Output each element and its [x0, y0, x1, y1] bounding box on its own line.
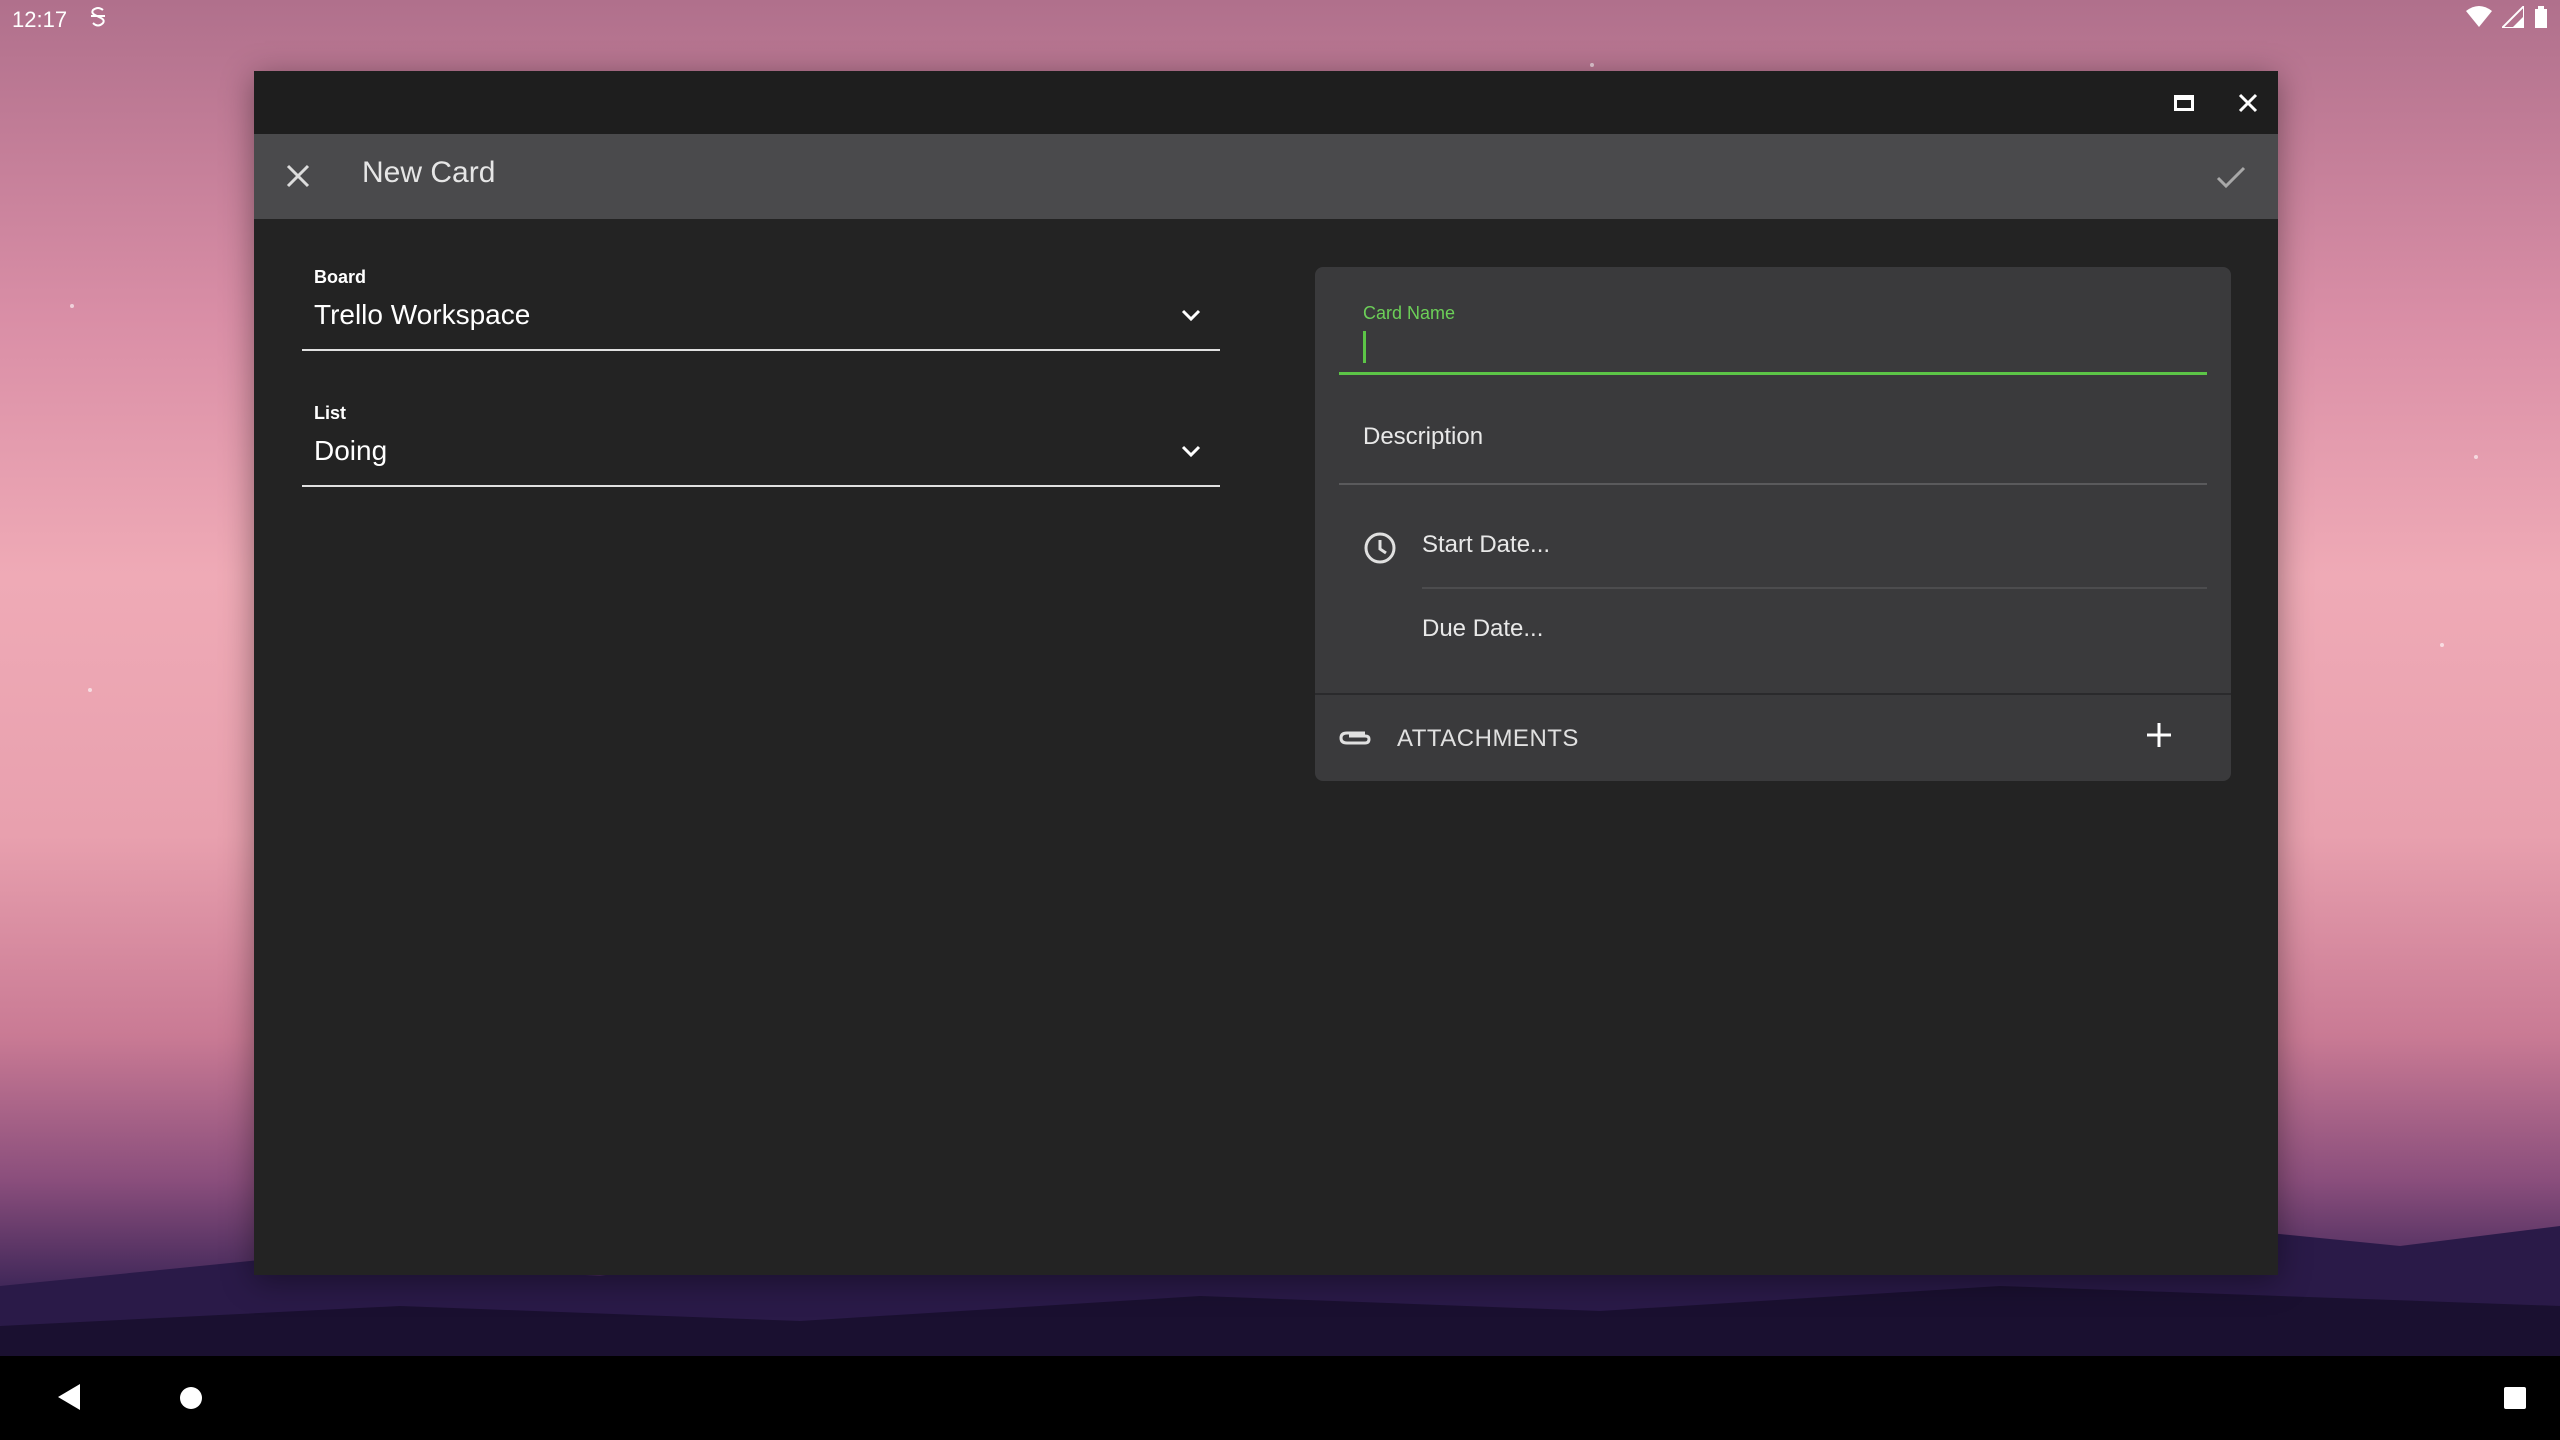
window-close-button[interactable] [2230, 85, 2266, 121]
description-field[interactable]: Description [1339, 375, 2207, 485]
board-value: Trello Workspace [314, 299, 531, 330]
cancel-button[interactable] [276, 154, 320, 198]
wifi-icon [2466, 6, 2492, 34]
description-placeholder: Description [1363, 423, 1484, 450]
window-caption-bar [254, 71, 2278, 134]
check-icon [2216, 166, 2246, 189]
close-icon [2238, 93, 2258, 113]
save-button[interactable] [2206, 152, 2256, 202]
window-maximize-button[interactable] [2166, 85, 2202, 121]
status-time: 12:17 [12, 7, 68, 32]
home-icon[interactable] [180, 1387, 202, 1409]
due-date-field[interactable]: Due Date... [1422, 589, 2207, 679]
list-value: Doing [314, 435, 388, 466]
attachments-label: ATTACHMENTS [1397, 725, 1579, 752]
clock-icon [1364, 532, 1396, 564]
close-icon [286, 164, 310, 188]
page-title: New Card [362, 156, 496, 189]
navigation-bar [0, 1356, 2560, 1440]
app-bar: New Card [254, 134, 2278, 219]
new-card-window: New Card Board Trello Workspace List Doi… [254, 71, 2278, 1275]
list-label: List [314, 403, 347, 423]
card-details-panel: Card Name Description Start Date... Due … [1315, 267, 2231, 781]
signal-icon [2499, 3, 2525, 34]
attachments-row: ATTACHMENTS [1315, 693, 2231, 781]
recents-icon[interactable] [2504, 1387, 2526, 1409]
maximize-icon [2174, 95, 2194, 111]
chevron-down-icon [1181, 445, 1201, 458]
start-date-placeholder: Start Date... [1422, 531, 1551, 558]
notification-s-icon [89, 6, 107, 34]
status-bar: 12:17 [0, 0, 2560, 40]
card-name-label: Card Name [1363, 303, 1456, 323]
text-cursor [1363, 331, 1366, 363]
chevron-down-icon [1181, 309, 1201, 322]
back-icon[interactable] [58, 1384, 80, 1410]
add-attachment-button[interactable] [2139, 715, 2179, 755]
due-date-placeholder: Due Date... [1422, 615, 1544, 642]
start-date-field[interactable]: Start Date... [1422, 497, 2207, 589]
board-label: Board [314, 267, 367, 287]
board-select[interactable]: Board Trello Workspace [302, 267, 1220, 351]
list-select[interactable]: List Doing [302, 403, 1220, 487]
battery-icon [2534, 6, 2548, 34]
card-name-field[interactable]: Card Name [1339, 295, 2207, 375]
paperclip-icon [1339, 731, 1371, 745]
plus-icon [2147, 723, 2171, 747]
